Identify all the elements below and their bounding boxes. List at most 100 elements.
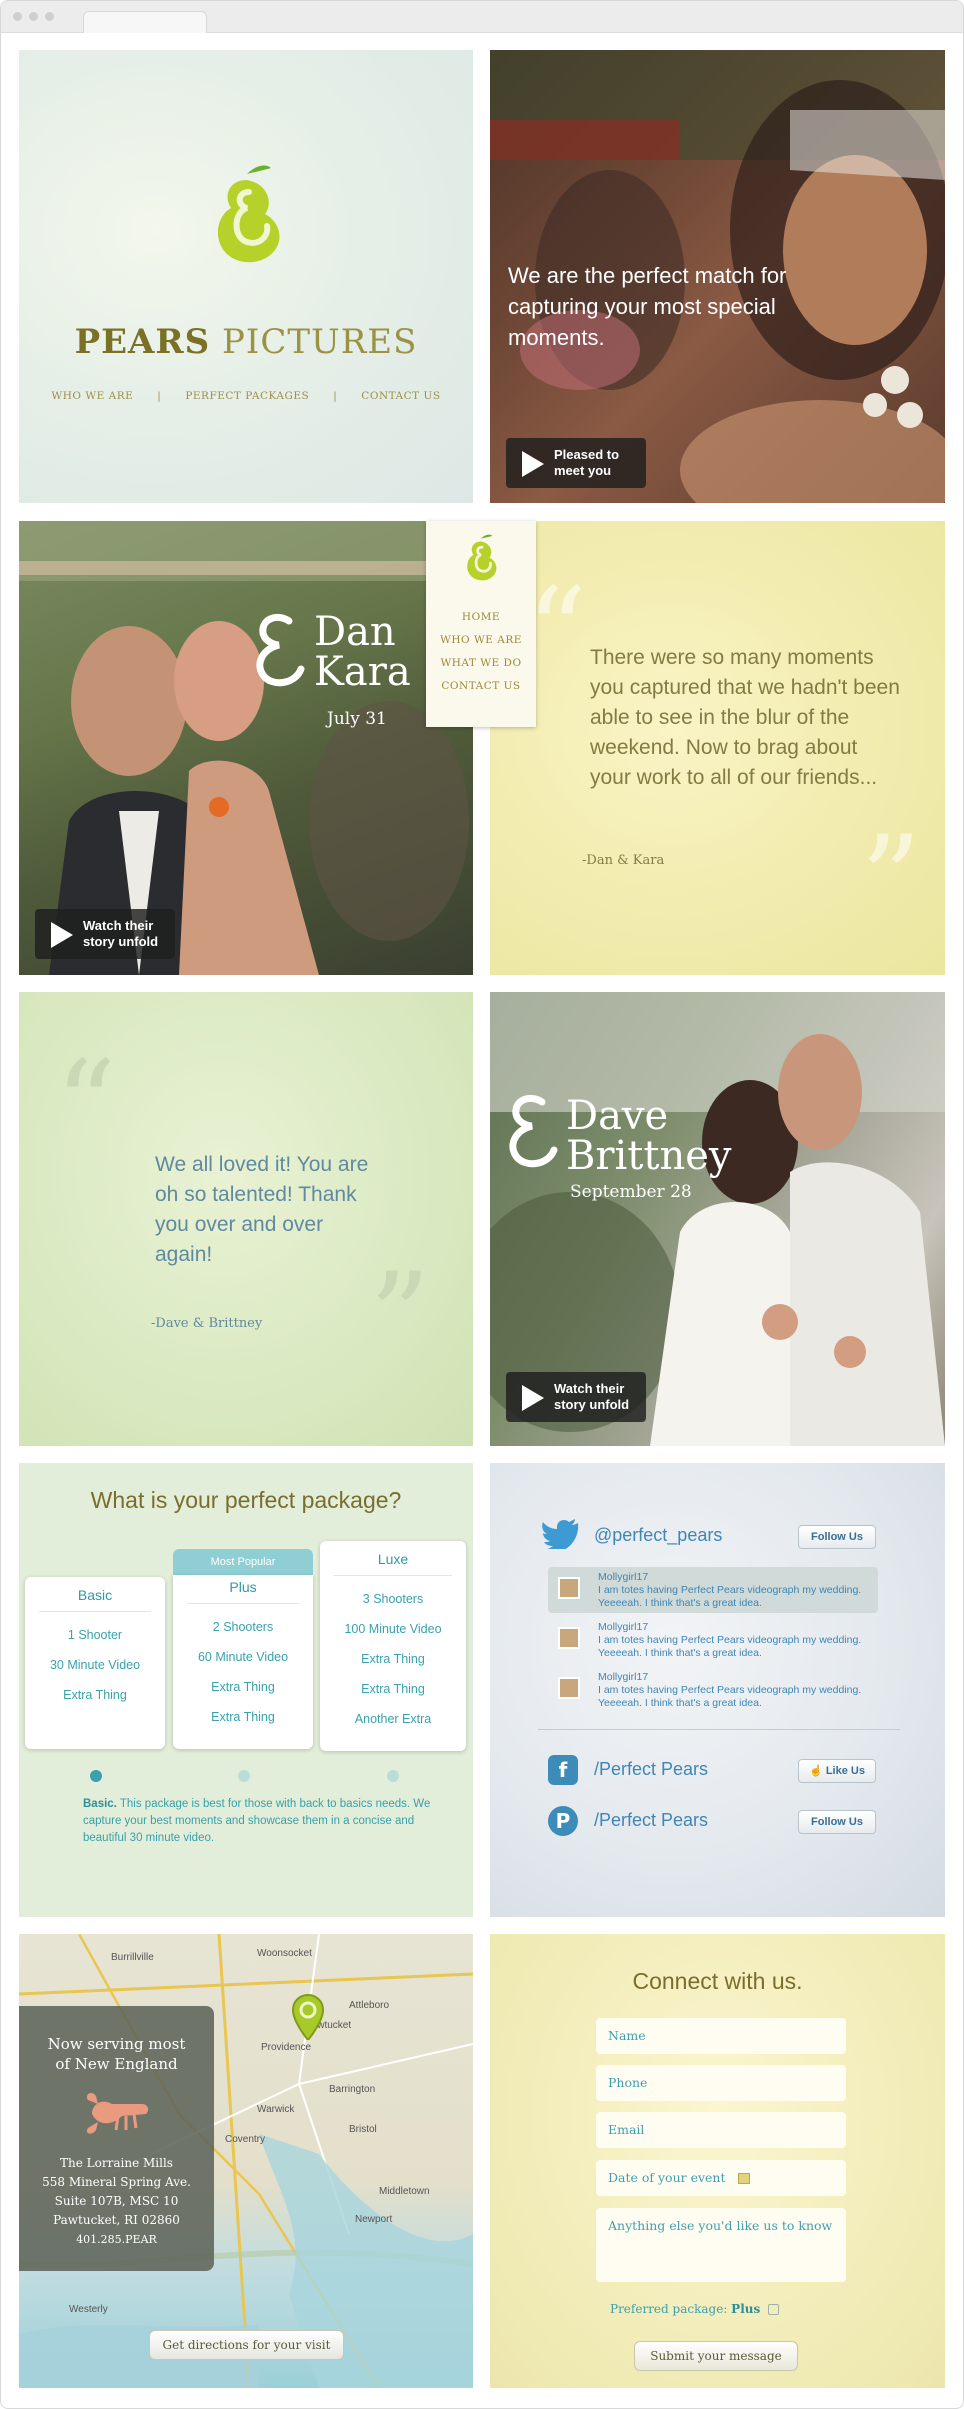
- package-description: Basic. This package is best for those wi…: [83, 1796, 443, 1847]
- meet-you-button[interactable]: Pleased to meet you: [506, 438, 646, 488]
- map-label: Middletown: [379, 2186, 430, 2197]
- submit-button[interactable]: Submit your message: [634, 2341, 798, 2371]
- logo-tile: PEARS PICTURES WHO WE ARE | PERFECT PACKAG…: [19, 50, 473, 503]
- watch-story-button[interactable]: Watch their story unfold: [35, 909, 175, 959]
- window-dot-icon[interactable]: [45, 12, 54, 21]
- phone-number[interactable]: 401.285.PEAR: [19, 2230, 214, 2249]
- nav-link-contact-us[interactable]: CONTACT US: [361, 390, 440, 402]
- couple-date-text: September 28: [570, 1182, 692, 1202]
- calendar-icon[interactable]: [737, 2173, 750, 2184]
- tweet-item[interactable]: Mollygirl17 I am totes having Perfect Pe…: [548, 1567, 878, 1613]
- tweet-item[interactable]: Mollygirl17 I am totes having Perfect Pe…: [548, 1667, 878, 1713]
- couple-date: July 31: [327, 709, 387, 729]
- package-dot-plus[interactable]: [238, 1770, 250, 1782]
- open-quote-icon: “: [55, 1036, 117, 1175]
- phone-field[interactable]: Phone: [596, 2065, 846, 2101]
- lobster-icon: [86, 2093, 148, 2134]
- package-card-luxe[interactable]: Luxe 3 Shooters 100 Minute Video Extra T…: [320, 1541, 466, 1751]
- side-nav-contact-us[interactable]: CONTACT US: [426, 680, 536, 692]
- couple-name-line1: Dave: [566, 1093, 669, 1139]
- package-card-plus[interactable]: Plus 2 Shooters 60 Minute Video Extra Th…: [173, 1575, 313, 1749]
- social-tile: @perfect_pears Follow Us Mollygirl17 I a…: [490, 1463, 945, 1917]
- close-quote-icon: ”: [860, 811, 922, 950]
- package-name: Plus: [187, 1579, 299, 1604]
- message-field[interactable]: Anything else you'd like us to know: [596, 2208, 846, 2282]
- pinterest-page-link[interactable]: /Perfect Pears: [594, 1810, 708, 1831]
- package-name: Basic: [39, 1587, 151, 1612]
- watch-story-label: Watch their story unfold: [83, 918, 159, 949]
- tweet-text: I am totes having Perfect Pears videogra…: [598, 1584, 862, 1609]
- package-feature: 2 Shooters: [212, 1620, 274, 1634]
- map-label: Warwick: [257, 2104, 295, 2115]
- package-feature: Another Extra: [354, 1712, 432, 1726]
- directions-button[interactable]: Get directions for your visit: [149, 2330, 344, 2360]
- testimonial-author: -Dan & Kara: [582, 853, 665, 868]
- tweet-item[interactable]: Mollygirl17 I am totes having Perfect Pe…: [548, 1617, 878, 1663]
- pinterest-icon[interactable]: P: [548, 1806, 578, 1836]
- window-dot-icon[interactable]: [13, 12, 22, 21]
- most-popular-badge: Most Popular: [173, 1549, 313, 1575]
- map-tile: Burrillville Woonsocket Attleboro Provid…: [19, 1934, 473, 2388]
- couple-name-line1: Dan: [314, 609, 396, 655]
- twitter-handle[interactable]: @perfect_pears: [594, 1525, 722, 1546]
- email-field[interactable]: Email: [596, 2112, 846, 2148]
- package-feature: 3 Shooters: [362, 1592, 424, 1606]
- window-dot-icon[interactable]: [29, 12, 38, 21]
- event-date-field[interactable]: Date of your event: [596, 2160, 846, 2196]
- package-feature: 30 Minute Video: [49, 1658, 141, 1672]
- side-nav-what-we-do[interactable]: WHAT WE DO: [426, 657, 536, 669]
- chevron-down-icon[interactable]: [768, 2304, 780, 2315]
- brand-name: PEARS PICTURES: [19, 322, 473, 362]
- close-quote-icon: ”: [369, 1248, 431, 1387]
- hero-tile: We are the perfect match for capturing y…: [490, 50, 945, 503]
- name-field[interactable]: Name: [596, 2018, 846, 2054]
- contact-tile: Connect with us. Name Phone Email Date o…: [490, 1934, 945, 2388]
- package-feature: Extra Thing: [211, 1680, 275, 1694]
- preferred-package-value: Plus: [731, 2302, 761, 2316]
- side-nav-home[interactable]: HOME: [426, 611, 536, 623]
- tweet-user: Mollygirl17: [598, 1571, 649, 1583]
- map-label: Burrillville: [111, 1952, 154, 1963]
- map-label: Westerly: [69, 2304, 108, 2315]
- package-dot-basic[interactable]: [90, 1770, 102, 1782]
- like-label: Like Us: [825, 1765, 865, 1777]
- browser-tab[interactable]: [83, 11, 207, 33]
- package-feature: 1 Shooter: [67, 1628, 123, 1642]
- tweet-text: I am totes having Perfect Pears videogra…: [598, 1684, 862, 1709]
- nav-link-perfect-packages[interactable]: PERFECT PACKAGES: [185, 390, 309, 402]
- ampersand-icon: [256, 614, 305, 687]
- couple-tile-dan-kara: Dan Kara July 31 Watch their story unfol…: [19, 521, 473, 975]
- pinterest-follow-button[interactable]: Follow Us: [798, 1810, 876, 1834]
- map-label: Attleboro: [349, 2000, 390, 2011]
- facebook-page-link[interactable]: /Perfect Pears: [594, 1759, 708, 1780]
- package-card-basic[interactable]: Basic 1 Shooter 30 Minute Video Extra Th…: [25, 1577, 165, 1749]
- watch-story-button[interactable]: Watch their story unfold: [506, 1372, 646, 1422]
- package-dot-luxe[interactable]: [387, 1770, 399, 1782]
- twitter-follow-button[interactable]: Follow Us: [798, 1525, 876, 1549]
- facebook-like-button[interactable]: ☝ Like Us: [798, 1759, 876, 1783]
- nav-link-who-we-are[interactable]: WHO WE ARE: [51, 390, 133, 402]
- event-date-placeholder: Date of your event: [608, 2170, 726, 2185]
- map-label: Woonsocket: [257, 1948, 312, 1959]
- serving-line1: Now serving most: [47, 2035, 186, 2053]
- packages-title: What is your perfect package?: [90, 1487, 402, 1513]
- map-pin-icon[interactable]: [291, 1994, 325, 2040]
- contact-title: Connect with us.: [632, 1968, 803, 1994]
- package-description-text: This package is best for those with back…: [83, 1798, 431, 1844]
- side-nav-who-we-are[interactable]: WHO WE ARE: [426, 634, 536, 646]
- tweet-user: Mollygirl17: [598, 1621, 649, 1633]
- couple-date-text: July 31: [327, 709, 387, 729]
- watch-story-label: Watch their story unfold: [554, 1381, 630, 1412]
- tweet-user: Mollygirl17: [598, 1671, 649, 1683]
- address-line: Suite 107B, MSC 10: [54, 2194, 179, 2208]
- preferred-package[interactable]: Preferred package: Plus: [610, 2302, 780, 2316]
- testimonial-author: -Dave & Brittney: [151, 1316, 263, 1331]
- package-feature: Extra Thing: [63, 1688, 127, 1702]
- brand-name-bold: PEARS: [74, 322, 211, 362]
- testimonial-tile-dan-kara: “ There were so many moments you capture…: [490, 521, 945, 975]
- nav-separator: |: [157, 390, 162, 402]
- couple-date: September 28: [570, 1182, 692, 1202]
- facebook-icon[interactable]: f: [548, 1755, 578, 1785]
- package-feature: Extra Thing: [211, 1710, 275, 1724]
- couple-name-dave-brittney: Dave Brittney: [566, 1096, 732, 1176]
